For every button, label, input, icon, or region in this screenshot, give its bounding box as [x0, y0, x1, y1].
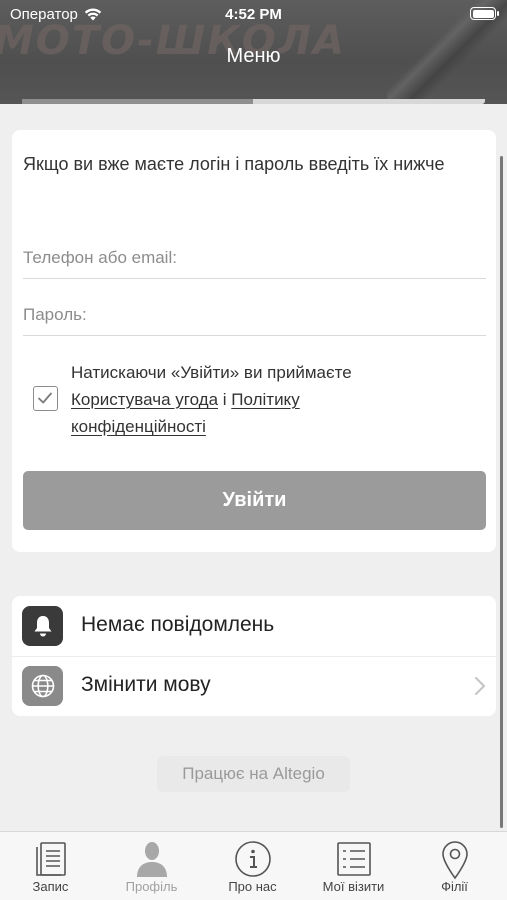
privacy-policy-link-part2[interactable]: конфіденційності [71, 417, 206, 436]
phone-email-field[interactable] [23, 229, 486, 279]
user-agreement-link[interactable]: Користувача угода [71, 390, 218, 409]
password-input[interactable] [23, 305, 486, 325]
tab-branches[interactable]: Філії [404, 832, 505, 900]
document-icon [35, 842, 66, 876]
page-title: Меню [226, 45, 281, 67]
privacy-policy-link-part1[interactable]: Політику [231, 390, 299, 409]
list-icon [336, 842, 371, 876]
scroll-indicator[interactable] [500, 156, 503, 828]
globe-icon [22, 666, 63, 706]
tab-profile[interactable]: Профіль [101, 832, 202, 900]
terms-checkbox[interactable] [33, 386, 58, 411]
segment-indicator [22, 99, 485, 104]
status-time: 4:52 PM [225, 6, 282, 23]
notifications-row[interactable]: Немає повідомлень [12, 596, 496, 656]
terms-text: Натискаючи «Увійти» ви приймаєте Користу… [71, 359, 401, 440]
tab-branches-label: Філії [441, 879, 468, 894]
login-button[interactable]: Увійти [23, 471, 486, 530]
tab-my-visits-label: Мої візити [322, 879, 385, 894]
terms-and: і [222, 390, 227, 409]
info-icon [234, 841, 271, 877]
tab-profile-label: Профіль [125, 879, 178, 894]
header: МОТО-ШКОЛА Оператор 4:52 PM Меню [0, 0, 507, 104]
settings-card: Немає повідомлень Змінити мову [12, 596, 496, 716]
status-bar: Оператор 4:52 PM [0, 0, 507, 30]
terms-prefix: Натискаючи «Увійти» ви приймаєте [71, 363, 352, 382]
tab-about-label: Про нас [228, 879, 277, 894]
tab-booking[interactable]: Запис [0, 832, 101, 900]
change-language-row[interactable]: Змінити мову [12, 656, 496, 716]
checkmark-icon [38, 392, 52, 404]
bell-icon [22, 606, 63, 646]
tab-my-visits[interactable]: Мої візити [303, 832, 404, 900]
chevron-right-icon [475, 677, 485, 695]
battery-icon [470, 7, 499, 20]
location-pin-icon [441, 841, 468, 880]
change-language-label: Змінити мову [81, 673, 211, 696]
tab-about[interactable]: Про нас [202, 832, 303, 900]
tab-bar: Запис Профіль Про нас Мої візити Філії [0, 831, 507, 900]
notifications-label: Немає повідомлень [81, 613, 275, 636]
login-card: Якщо ви вже маєте логін і пароль введіть… [12, 130, 496, 552]
tab-booking-label: Запис [32, 879, 69, 894]
phone-email-input[interactable] [23, 248, 486, 268]
password-field[interactable] [23, 280, 486, 336]
powered-by-badge[interactable]: Працює на Altegio [157, 756, 350, 792]
person-icon [136, 842, 167, 877]
login-intro-text: Якщо ви вже маєте логін і пароль введіть… [23, 154, 445, 174]
